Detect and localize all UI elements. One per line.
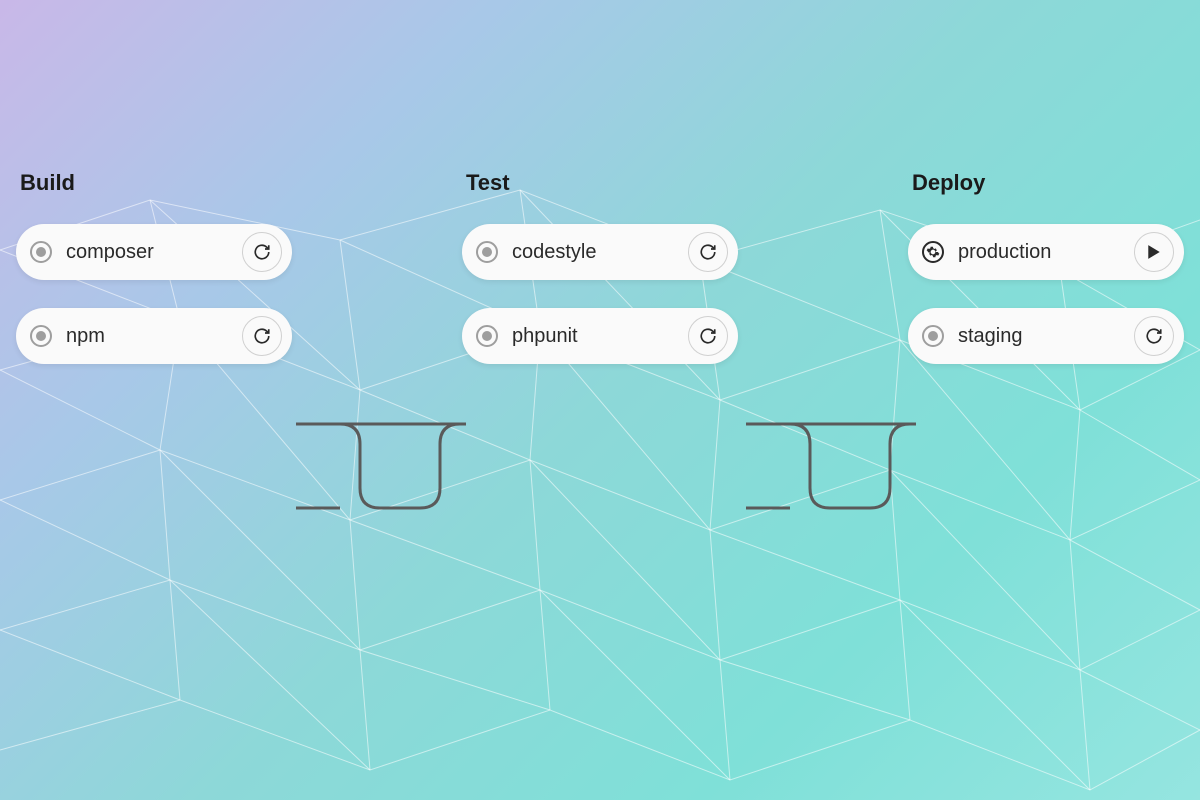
retry-button[interactable]: [688, 316, 728, 356]
play-button[interactable]: [1134, 232, 1174, 272]
status-pending-icon: [476, 325, 498, 347]
stage-title-test: Test: [462, 170, 738, 196]
status-pending-icon: [30, 241, 52, 263]
retry-icon: [1145, 327, 1163, 345]
status-manual-icon: [922, 241, 944, 263]
stage-test: Test codestyle phpunit: [462, 170, 738, 364]
pipeline: Build composer npm Test codest: [0, 170, 1200, 364]
play-icon: [1147, 244, 1161, 260]
job-label: production: [958, 241, 1134, 264]
job-label: staging: [958, 325, 1134, 348]
retry-icon: [253, 327, 271, 345]
status-pending-icon: [30, 325, 52, 347]
jobs-deploy: production staging: [908, 224, 1184, 364]
retry-icon: [699, 243, 717, 261]
job-label: npm: [66, 325, 242, 348]
stage-deploy: Deploy production staging: [908, 170, 1184, 364]
retry-button[interactable]: [242, 232, 282, 272]
retry-button[interactable]: [242, 316, 282, 356]
job-label: codestyle: [512, 241, 688, 264]
job-staging[interactable]: staging: [908, 308, 1184, 364]
job-phpunit[interactable]: phpunit: [462, 308, 738, 364]
job-codestyle[interactable]: codestyle: [462, 224, 738, 280]
stage-title-deploy: Deploy: [908, 170, 1184, 196]
status-pending-icon: [922, 325, 944, 347]
status-pending-icon: [476, 241, 498, 263]
jobs-test: codestyle phpunit: [462, 224, 738, 364]
stage-title-build: Build: [16, 170, 292, 196]
job-composer[interactable]: composer: [16, 224, 292, 280]
job-production[interactable]: production: [908, 224, 1184, 280]
retry-icon: [699, 327, 717, 345]
jobs-build: composer npm: [16, 224, 292, 364]
retry-button[interactable]: [688, 232, 728, 272]
gear-icon: [926, 245, 940, 259]
job-npm[interactable]: npm: [16, 308, 292, 364]
job-label: phpunit: [512, 325, 688, 348]
retry-icon: [253, 243, 271, 261]
retry-button[interactable]: [1134, 316, 1174, 356]
job-label: composer: [66, 241, 242, 264]
stage-build: Build composer npm: [16, 170, 292, 364]
